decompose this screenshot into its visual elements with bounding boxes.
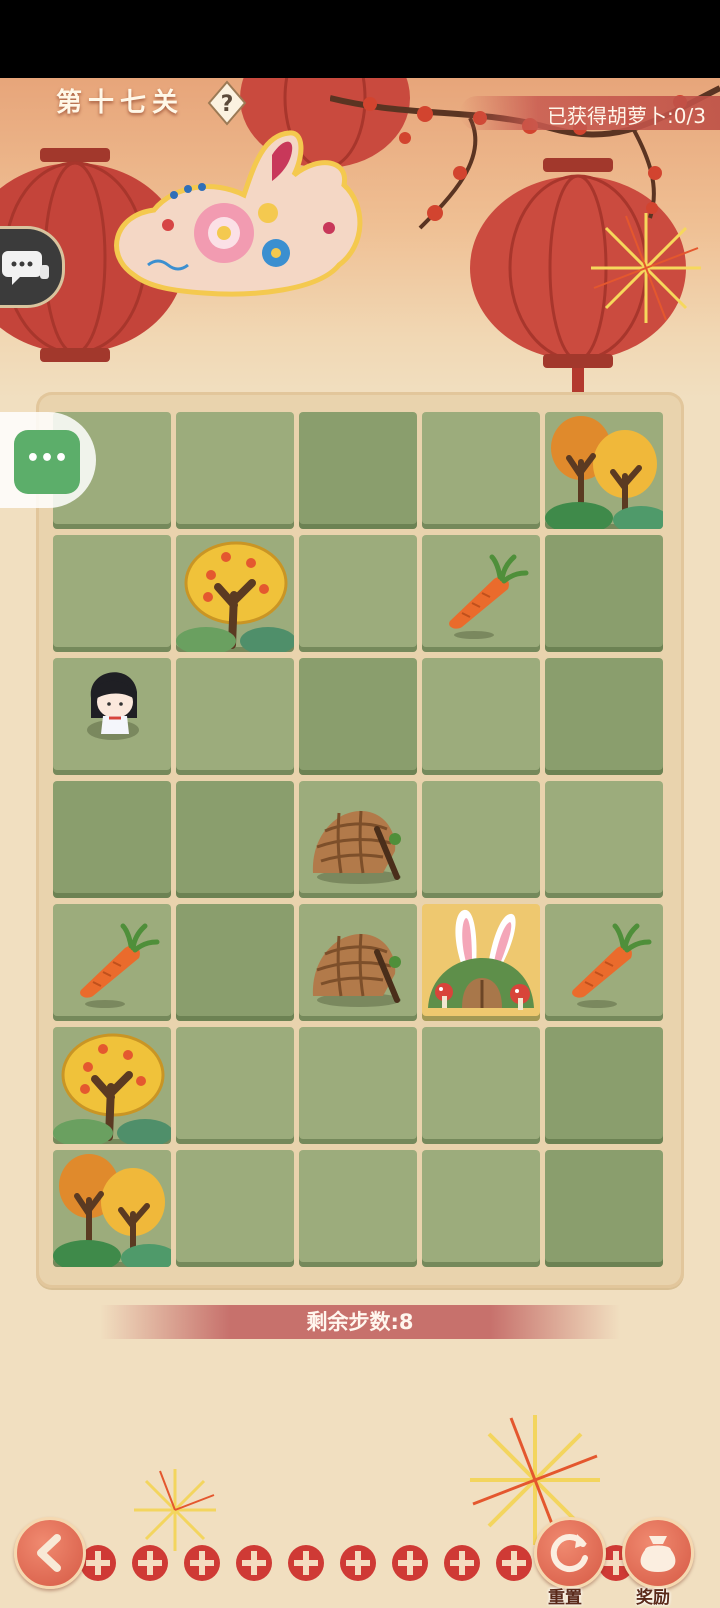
carrot-icon: [80, 923, 160, 1008]
board-cell-empty[interactable]: [545, 1150, 663, 1267]
board-cell-empty[interactable]: [299, 535, 417, 652]
board-cell-empty[interactable]: [176, 1150, 294, 1267]
board-cell-empty[interactable]: [53, 535, 171, 652]
level-title: 第十七关: [56, 88, 185, 118]
board-cell-basket-trap[interactable]: [299, 781, 417, 898]
steps-remaining: 剩余步数:8: [306, 1310, 414, 1334]
board-cell-empty[interactable]: [545, 658, 663, 775]
board-cell-empty[interactable]: [422, 658, 540, 775]
bottom-bar: 重置 奖励: [0, 1505, 720, 1608]
player-character-icon: [87, 672, 139, 740]
board-cell-empty[interactable]: [422, 1150, 540, 1267]
reward-button[interactable]: [622, 1517, 694, 1589]
board-cell-fruit-tree[interactable]: [53, 1027, 171, 1144]
help-icon[interactable]: ?: [206, 80, 248, 126]
status-bar: [0, 0, 720, 78]
back-arrow-icon: [37, 1534, 61, 1572]
reward-bag-icon: [640, 1536, 676, 1572]
carrot-icon: [449, 554, 529, 639]
chat-button[interactable]: [0, 226, 65, 308]
board-cell-empty[interactable]: [176, 1027, 294, 1144]
back-button[interactable]: [14, 1517, 86, 1589]
board-cell-empty[interactable]: [299, 412, 417, 529]
game-board: [53, 412, 667, 1272]
board-cell-empty[interactable]: [299, 1027, 417, 1144]
board-cell-empty[interactable]: [545, 781, 663, 898]
reset-icon: [550, 1534, 588, 1573]
autumn-trees-icon: [53, 1154, 171, 1267]
firework-decoration: [591, 213, 701, 323]
more-icon: •••: [25, 446, 69, 471]
rabbit-badge-icon: [104, 125, 372, 305]
board-cell-empty[interactable]: [545, 535, 663, 652]
board-cell-empty[interactable]: [422, 1027, 540, 1144]
board-cell-empty[interactable]: [299, 1150, 417, 1267]
board-cell-carrot[interactable]: [545, 904, 663, 1021]
carrot-icon: [572, 923, 652, 1008]
board-cell-rabbit-burrow[interactable]: [422, 904, 540, 1021]
reset-label: 重置: [548, 1588, 582, 1608]
board-cell-fruit-tree[interactable]: [176, 535, 294, 652]
board-cell-autumn-trees[interactable]: [545, 412, 663, 529]
reward-label: 奖励: [636, 1588, 670, 1608]
board-cell-empty[interactable]: [545, 1027, 663, 1144]
board-cell-carrot[interactable]: [53, 904, 171, 1021]
board-cell-empty[interactable]: [176, 658, 294, 775]
more-button[interactable]: •••: [14, 430, 80, 494]
board-cell-empty[interactable]: [422, 412, 540, 529]
chat-icon: [2, 251, 49, 285]
svg-text:?: ?: [221, 92, 234, 117]
board-cell-empty[interactable]: [176, 904, 294, 1021]
autumn-trees-icon: [545, 416, 663, 529]
rabbit-burrow-icon: [428, 909, 534, 1010]
board-cell-empty[interactable]: [422, 781, 540, 898]
fruit-tree-icon: [176, 541, 294, 652]
board-cell-player[interactable]: [53, 658, 171, 775]
board-cell-autumn-trees[interactable]: [53, 1150, 171, 1267]
board-cell-carrot[interactable]: [422, 535, 540, 652]
fruit-tree-icon: [53, 1033, 171, 1144]
board-cell-empty[interactable]: [299, 658, 417, 775]
board-cell-basket-trap[interactable]: [299, 904, 417, 1021]
board-cell-empty[interactable]: [176, 781, 294, 898]
basket-trap-icon: [312, 933, 401, 1007]
knot-border-decoration: [80, 1545, 686, 1581]
board-cell-empty[interactable]: [53, 781, 171, 898]
basket-trap-icon: [312, 810, 401, 884]
carrot-count: 已获得胡萝卜:0/3: [547, 104, 706, 128]
board-cell-empty[interactable]: [176, 412, 294, 529]
reset-button[interactable]: [534, 1517, 606, 1589]
